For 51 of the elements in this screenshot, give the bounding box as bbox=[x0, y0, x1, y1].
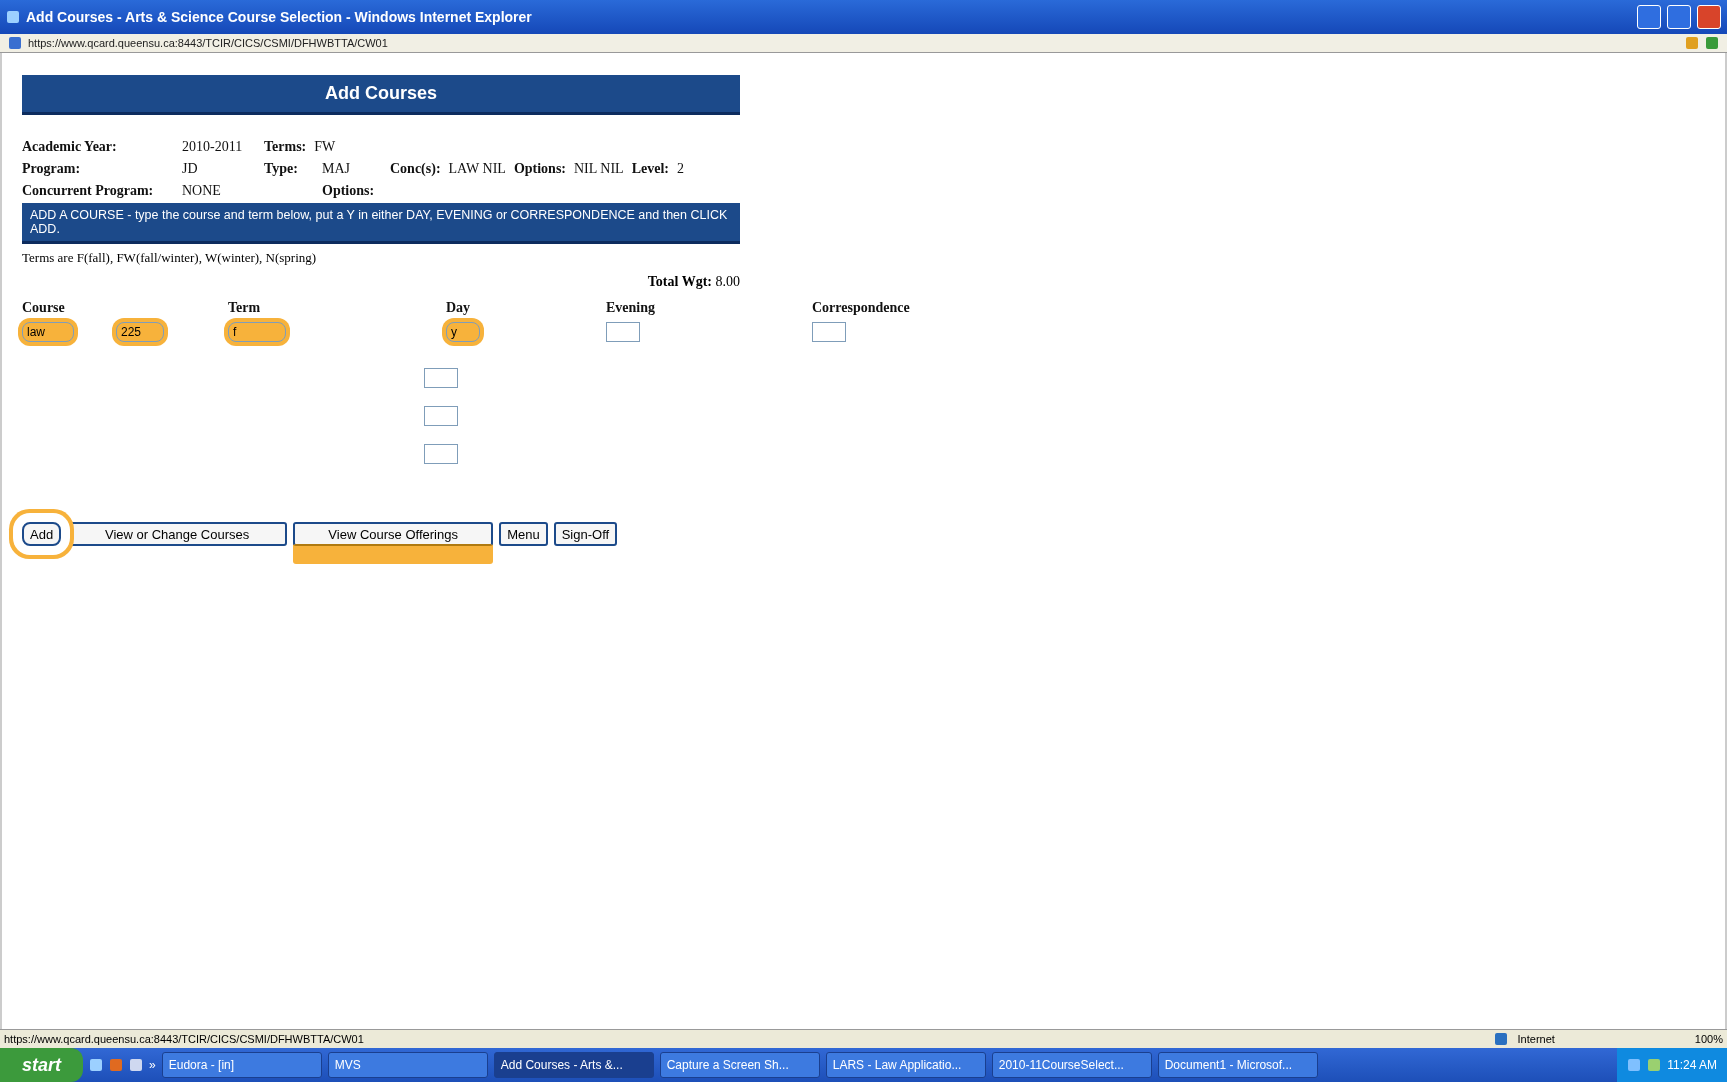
text-field[interactable] bbox=[424, 368, 458, 388]
field-label: Academic Year: bbox=[22, 139, 118, 155]
field-value: LAW NIL bbox=[448, 161, 506, 177]
text-field[interactable] bbox=[812, 322, 846, 342]
text-field[interactable]: f bbox=[228, 322, 286, 342]
field-value: 2 bbox=[676, 161, 684, 177]
taskbar-button[interactable]: Capture a Screen Sh... bbox=[659, 1052, 820, 1078]
column-heading: Course bbox=[22, 300, 66, 316]
taskbar-button[interactable]: 2010-11CourseSelect... bbox=[991, 1052, 1152, 1078]
column-heading: Term bbox=[228, 300, 262, 316]
field-value: 2010-2011 bbox=[182, 139, 244, 155]
field-label: Concurrent Program: bbox=[22, 183, 155, 199]
field-label: Options: bbox=[513, 161, 566, 177]
terms-note: Terms are F(fall), FW(fall/winter), W(winter), N(spring) bbox=[22, 250, 318, 266]
taskbar-button[interactable]: Add Courses - Arts &... bbox=[493, 1052, 654, 1078]
field-value: MAJ bbox=[322, 161, 351, 177]
column-heading: Correspondence bbox=[812, 300, 911, 316]
column-heading: Day bbox=[446, 300, 472, 316]
taskbar-button[interactable]: MVS bbox=[327, 1052, 488, 1078]
taskbar-button[interactable]: Document1 - Microsof... bbox=[1157, 1052, 1318, 1078]
field-value: JD bbox=[182, 161, 199, 177]
taskbar-button[interactable]: LARS - Law Applicatio... bbox=[825, 1052, 986, 1078]
clock: 11:24 AM bbox=[1667, 1058, 1717, 1072]
field-value: NIL NIL bbox=[574, 161, 624, 177]
form-button[interactable]: Menu bbox=[499, 522, 548, 546]
start-button[interactable]: start bbox=[0, 1048, 83, 1082]
text-field[interactable] bbox=[606, 322, 640, 342]
form-button[interactable]: Sign-Off bbox=[553, 522, 618, 546]
field-value: FW bbox=[314, 139, 336, 155]
field-value: NONE bbox=[182, 183, 222, 199]
status-url: https://www.qcard.queensu.ca:8443/TCIR/CICS/CSMI/DFHWBTTA/CW01 bbox=[4, 1033, 365, 1045]
text-field[interactable]: law bbox=[22, 322, 74, 342]
field-label: Conc(s): bbox=[390, 161, 441, 177]
column-heading: Evening bbox=[606, 300, 656, 316]
total-weight: Total Wgt: 8.00 bbox=[646, 274, 740, 290]
field-label: Options: bbox=[322, 183, 376, 199]
page-heading: Add Courses bbox=[22, 75, 740, 115]
more-chevron[interactable]: » bbox=[149, 1058, 156, 1072]
text-field[interactable]: 225 bbox=[116, 322, 164, 342]
text-field[interactable]: y bbox=[446, 322, 480, 342]
field-label: Terms: bbox=[264, 139, 307, 155]
window-title: Add Courses - Arts & Science Course Selection - Windows Internet Explorer bbox=[26, 9, 533, 25]
text-field[interactable] bbox=[424, 406, 458, 426]
field-label: Program: bbox=[22, 161, 82, 177]
instruction-banner: ADD A COURSE - type the course and term below, put a Y in either DAY, EVENING or CORRESPONDENCE and then CLICK ADD. bbox=[22, 203, 740, 244]
zone-label: Internet bbox=[1517, 1033, 1555, 1045]
zoom-level[interactable]: 100% bbox=[1694, 1033, 1723, 1045]
text-field[interactable] bbox=[424, 444, 458, 464]
taskbar-button[interactable]: Eudora - [in] bbox=[161, 1052, 322, 1078]
field-label: Type: bbox=[264, 161, 299, 177]
field-label: Level: bbox=[631, 161, 669, 177]
